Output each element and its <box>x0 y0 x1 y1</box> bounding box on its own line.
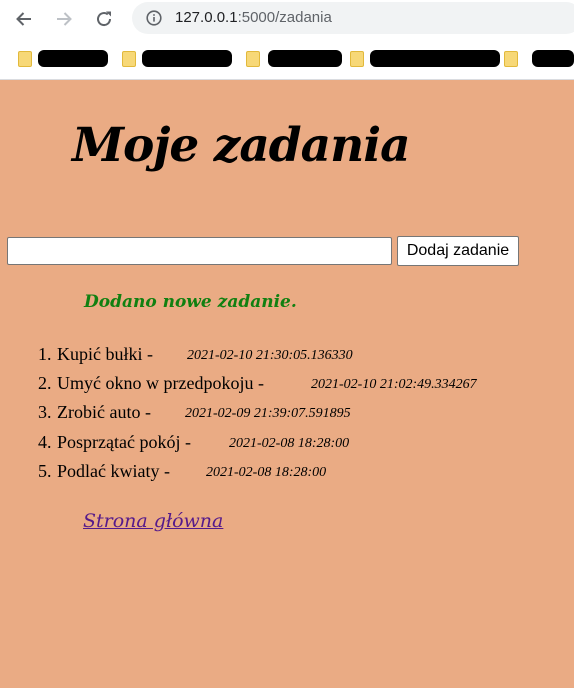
redacted-label <box>38 50 108 67</box>
task-name: Kupić bułki - <box>57 344 153 364</box>
url-path: :5000/zadania <box>237 9 332 26</box>
page-title: Moje zadania <box>72 118 411 173</box>
redacted-label <box>142 50 232 67</box>
folder-icon <box>350 51 364 67</box>
bookmark-item[interactable] <box>122 48 234 70</box>
task-name: Podlać kwiaty - <box>57 461 170 481</box>
home-link[interactable]: Strona główna <box>83 510 223 532</box>
bookmark-item[interactable] <box>246 48 344 70</box>
folder-icon <box>246 51 260 67</box>
task-number: 5. <box>38 461 52 481</box>
redacted-label <box>268 50 342 67</box>
task-name: Zrobić auto - <box>57 402 151 422</box>
task-number: 2. <box>38 373 52 393</box>
redacted-label <box>370 50 500 67</box>
add-task-button[interactable]: Dodaj zadanie <box>397 236 519 266</box>
browser-toolbar: 127.0.0.1:5000/zadania <box>0 0 574 38</box>
arrow-left-icon <box>16 12 31 26</box>
task-date: 2021-02-08 18:28:00 <box>229 436 350 451</box>
bookmarks-bar <box>0 38 574 80</box>
folder-icon <box>18 51 32 67</box>
page-content: Moje zadania Dodaj zadanie Dodano nowe z… <box>0 80 574 688</box>
task-name: Posprzątać pokój - <box>57 432 191 452</box>
arrow-right-icon <box>57 12 72 26</box>
forward-button[interactable] <box>52 7 76 31</box>
task-number: 4. <box>38 432 52 452</box>
back-button[interactable] <box>12 7 36 31</box>
task-date: 2021-02-10 21:02:49.334267 <box>311 377 477 392</box>
task-date: 2021-02-10 21:30:05.136330 <box>187 348 353 363</box>
folder-icon <box>504 51 518 67</box>
url-text[interactable]: 127.0.0.1:5000/zadania <box>175 9 332 26</box>
address-bar[interactable]: 127.0.0.1:5000/zadania <box>132 2 574 34</box>
redacted-label <box>532 50 574 67</box>
task-number: 3. <box>38 402 52 422</box>
reload-icon <box>97 11 112 27</box>
task-date: 2021-02-08 18:28:00 <box>206 465 327 480</box>
bookmark-item[interactable] <box>530 48 574 70</box>
reload-button[interactable] <box>92 7 116 31</box>
flash-message: Dodano nowe zadanie. <box>84 292 297 312</box>
info-icon[interactable] <box>146 10 162 26</box>
task-input[interactable] <box>7 237 392 265</box>
task-number: 1. <box>38 344 52 364</box>
bookmark-item[interactable] <box>350 48 520 70</box>
task-name: Umyć okno w przedpokoju - <box>57 373 264 393</box>
folder-icon <box>122 51 136 67</box>
task-date: 2021-02-09 21:39:07.591895 <box>185 406 351 421</box>
url-host: 127.0.0.1 <box>175 9 238 26</box>
bookmark-item[interactable] <box>18 48 110 70</box>
